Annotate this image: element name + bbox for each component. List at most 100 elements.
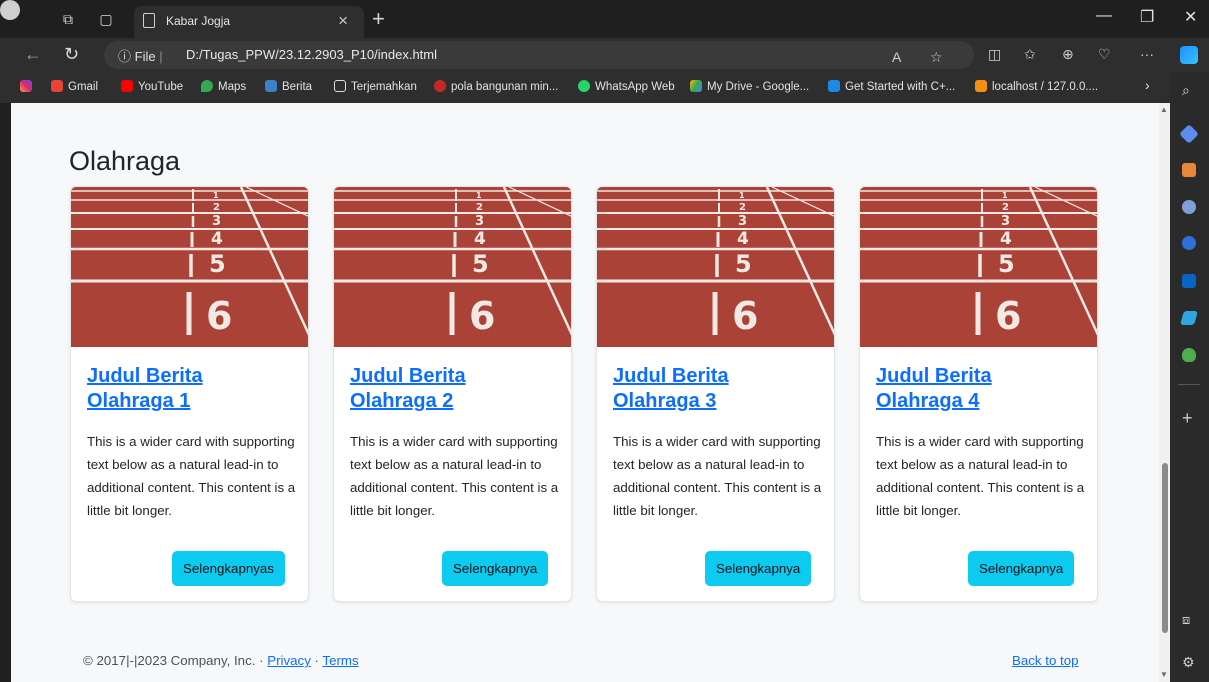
card-title-link[interactable]: Judul Berita Olahraga 3 [613,364,813,414]
bookmark-label: My Drive - Google... [707,81,810,93]
edge-sidebar: ⌕ + ⧈ ⚙ [1170,72,1209,682]
outlook-icon[interactable] [1182,274,1196,288]
running-track-image [860,187,1098,347]
read-more-button[interactable]: Selengkapnya [968,551,1075,586]
workspaces-icon[interactable]: ⧉ [58,9,78,29]
phpmyadmin-icon [975,80,987,92]
close-tab-icon[interactable]: × [338,11,348,31]
browser-tab[interactable]: Kabar Jogja × [134,6,364,38]
bookmark-label: YouTube [138,81,184,93]
site-info-icon[interactable]: ⓘ File | [118,46,163,65]
sidebar-settings-icon[interactable]: ⚙ [1182,654,1195,671]
telegram-icon[interactable] [1180,311,1198,325]
read-more-button[interactable]: Selengkapnya [705,551,812,586]
page-scrollbar[interactable]: ▲ ▼ [1159,103,1170,682]
copilot-sidebar-icon[interactable] [1182,236,1196,250]
more-menu-icon[interactable]: ··· [1140,46,1154,62]
favorites-icon[interactable]: ✩ [1024,46,1036,63]
card-text: This is a wider card with supporting tex… [613,434,822,518]
minimize-icon[interactable]: — [1096,7,1112,25]
shopping-icon[interactable] [1179,124,1199,144]
bookmark-pola-bangunan[interactable]: pola bangunan min... [434,80,558,93]
card-text: This is a wider card with supporting tex… [876,434,1085,518]
bookmark-berita[interactable]: Berita [265,80,312,93]
more-bookmarks-icon[interactable]: › [1145,77,1150,93]
new-tab-button[interactable]: + [372,6,385,32]
people-icon[interactable] [1182,200,1196,214]
tools-icon[interactable] [1182,163,1196,177]
bookmark-label: localhost / 127.0.0.... [992,81,1099,93]
footer-separator: · [310,653,323,668]
running-track-image [71,187,309,347]
page-icon [334,80,346,92]
running-track-image [334,187,572,347]
url-info-label: File [134,49,156,64]
news-card: Judul Berita Olahraga 2 This is a wider … [333,186,572,602]
bookmark-maps[interactable]: Maps [201,80,246,93]
copilot-icon[interactable] [1180,46,1198,64]
bookmark-drive[interactable]: My Drive - Google... [690,80,809,93]
card-text: This is a wider card with supporting tex… [350,434,559,518]
read-more-button[interactable]: Selengkapnyas [172,551,285,586]
search-icon[interactable]: ⌕ [1182,82,1190,99]
drive-icon [690,80,702,92]
running-track-image [597,187,835,347]
news-card: Judul Berita Olahraga 3 This is a wider … [596,186,835,602]
back-icon[interactable]: ← [24,44,42,65]
profile-avatar-icon[interactable] [0,0,20,20]
vscode-icon [828,80,840,92]
screenshot-icon[interactable]: ⧈ [1182,612,1190,628]
terms-link[interactable]: Terms [322,653,358,668]
whatsapp-icon [578,80,590,92]
card-text: This is a wider card with supporting tex… [87,434,296,518]
close-window-icon[interactable]: ✕ [1184,7,1197,27]
page-icon [143,13,155,28]
scroll-thumb[interactable] [1162,463,1168,633]
card-title-link[interactable]: Judul Berita Olahraga 1 [87,364,287,414]
bookmark-label: Gmail [68,81,99,93]
address-bar: ← ↻ ⓘ File | D:/Tugas_PPW/23.12.2903_P10… [0,38,1209,72]
restore-icon[interactable]: ❐ [1140,7,1154,27]
sidebar-divider [1178,384,1200,385]
bookmark-vscode[interactable]: Get Started with C+... [828,80,955,93]
scroll-down-icon[interactable]: ▼ [1160,670,1168,679]
refresh-icon[interactable]: ↻ [64,44,79,65]
back-to-top-link[interactable]: Back to top [1012,653,1079,668]
news-card: Judul Berita Olahraga 4 This is a wider … [859,186,1098,602]
bookmark-youtube[interactable]: YouTube [121,80,183,93]
bookmark-localhost[interactable]: localhost / 127.0.0.... [975,80,1098,93]
footer-copyright: © 2017|-|2023 Company, Inc. · Privacy · … [83,653,359,668]
berita-icon [265,80,277,92]
card-title-link[interactable]: Judul Berita Olahraga 4 [876,364,1076,414]
youtube-icon [121,80,133,92]
read-aloud-icon[interactable]: A [892,49,901,65]
games-icon[interactable] [1182,348,1196,362]
page-viewport: Olahraga Judul Berita Olahraga 1 This is… [11,103,1159,682]
tab-actions-icon[interactable]: ▢ [96,9,116,29]
privacy-link[interactable]: Privacy [267,653,311,668]
bookmark-whatsapp[interactable]: WhatsApp Web [578,80,675,93]
url-box[interactable]: ⓘ File | D:/Tugas_PPW/23.12.2903_P10/ind… [104,41,974,69]
scroll-up-icon[interactable]: ▲ [1160,105,1168,114]
favorite-star-icon[interactable]: ☆ [930,49,943,66]
split-screen-icon[interactable]: ◫ [988,46,1001,63]
news-card: Judul Berita Olahraga 1 This is a wider … [70,186,309,602]
tab-title: Kabar Jogja [166,14,231,28]
instagram-icon [20,80,32,92]
bookmark-label: WhatsApp Web [595,81,675,93]
copyright-text: © 2017|-|2023 Company, Inc. · [83,653,268,668]
bookmark-terjemahkan[interactable]: Terjemahkan [334,80,417,93]
bookmark-gmail[interactable]: Gmail [51,80,98,93]
url-text: D:/Tugas_PPW/23.12.2903_P10/index.html [186,47,437,62]
gmail-icon [51,80,63,92]
browser-essentials-icon[interactable]: ♡ [1098,46,1111,63]
collections-icon[interactable]: ⊕ [1062,46,1074,63]
bookmark-label: Terjemahkan [351,81,417,93]
read-more-button[interactable]: Selengkapnya [442,551,549,586]
title-bar: ⧉ ▢ Kabar Jogja × + — ❐ ✕ [0,0,1209,38]
pinterest-icon [434,80,446,92]
add-sidebar-app-icon[interactable]: + [1182,408,1193,429]
section-title: Olahraga [69,146,181,176]
card-title-link[interactable]: Judul Berita Olahraga 2 [350,364,550,414]
instagram-bookmark[interactable] [20,80,37,93]
